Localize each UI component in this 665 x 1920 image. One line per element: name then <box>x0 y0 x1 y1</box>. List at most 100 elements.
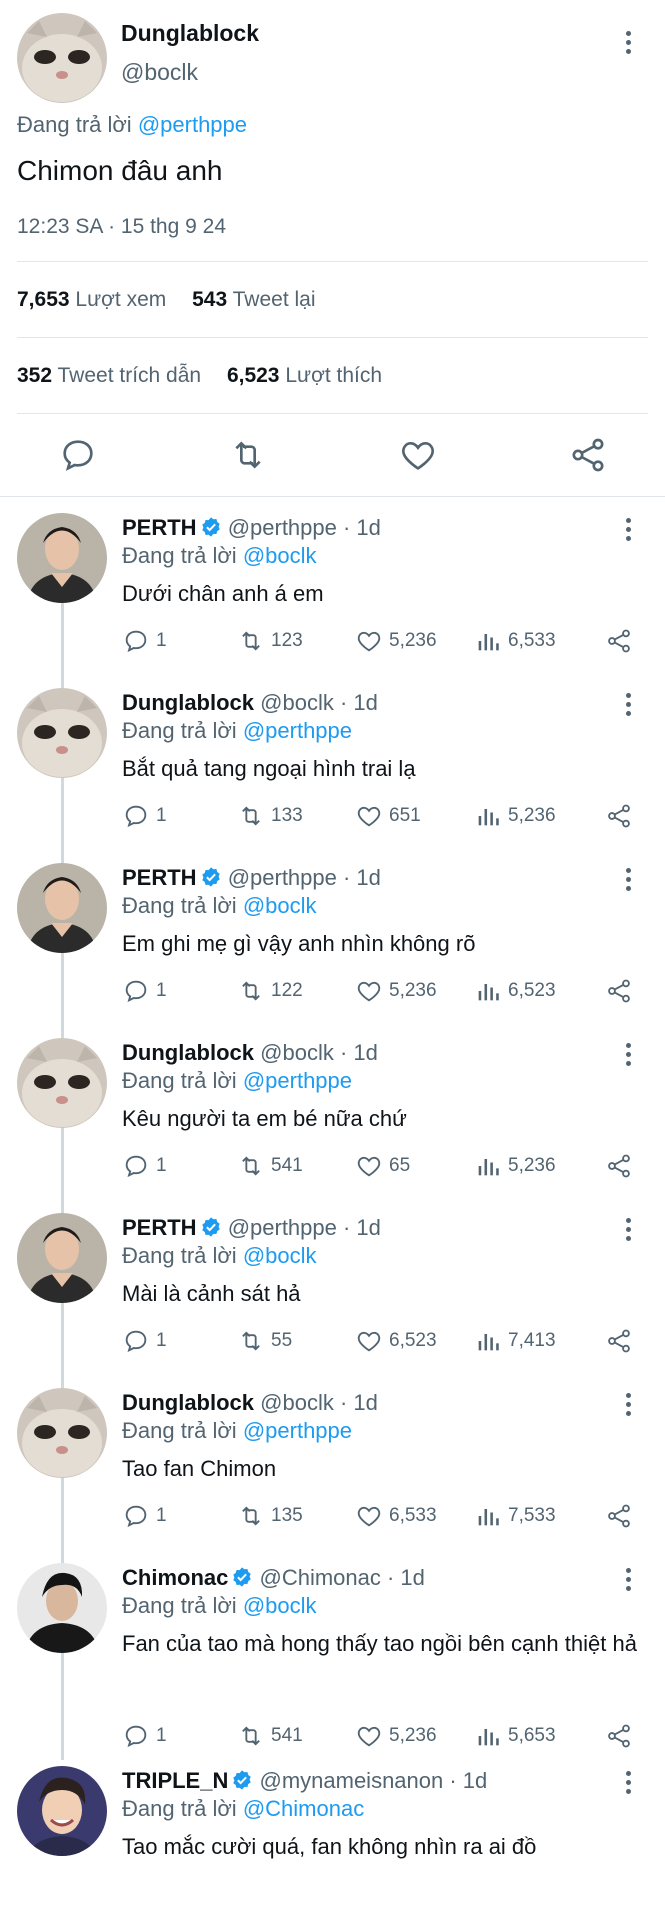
like-count-button[interactable]: 651 <box>355 802 421 830</box>
reply-count-button[interactable]: 1 <box>122 627 167 655</box>
replying-to-link[interactable]: @perthppe <box>243 718 352 743</box>
more-options-icon[interactable] <box>618 1038 638 1070</box>
more-options-icon[interactable] <box>618 1563 638 1595</box>
quotes-stat[interactable]: 352 Tweet trích dẫn <box>17 364 201 387</box>
replying-to-link[interactable]: @perthppe <box>243 1068 352 1093</box>
replying-to-link[interactable]: @perthppe <box>138 112 247 137</box>
reply-tweet[interactable]: Dunglablock @boclk · 1d Đang trả lời @pe… <box>0 680 665 855</box>
reply-author-name[interactable]: PERTH <box>122 515 197 540</box>
share-button[interactable] <box>605 1152 633 1180</box>
like-count-button[interactable]: 65 <box>355 1152 410 1180</box>
share-button[interactable] <box>605 627 633 655</box>
reply-header: Dunglablock @boclk · 1d <box>122 690 378 716</box>
reply-tweet[interactable]: Dunglablock @boclk · 1d Đang trả lời @pe… <box>0 1380 665 1555</box>
reply-author-name[interactable]: PERTH <box>122 1215 197 1240</box>
avatar[interactable] <box>17 1388 107 1478</box>
avatar[interactable] <box>17 13 107 103</box>
more-options-icon[interactable] <box>618 863 638 895</box>
reply-tweet[interactable]: PERTH @perthppe · 1d Đang trả lời @boclk… <box>0 1205 665 1380</box>
more-options-icon[interactable] <box>618 26 638 58</box>
views-count-button[interactable]: 7,413 <box>474 1327 556 1355</box>
reply-tweet[interactable]: PERTH @perthppe · 1d Đang trả lời @boclk… <box>0 505 665 680</box>
verified-badge-icon <box>201 517 220 537</box>
reply-author-name[interactable]: TRIPLE_N <box>122 1768 228 1793</box>
author-handle[interactable]: @boclk <box>121 59 198 86</box>
reply-author-handle[interactable]: @boclk · 1d <box>260 690 378 715</box>
reply-author-handle[interactable]: @Chimonac · 1d <box>259 1565 424 1590</box>
avatar[interactable] <box>17 863 107 953</box>
replying-to: Đang trả lời @perthppe <box>122 1418 352 1444</box>
replying-to-link[interactable]: @boclk <box>243 1593 317 1618</box>
reply-author-handle[interactable]: @boclk · 1d <box>260 1390 378 1415</box>
like-count-button[interactable]: 5,236 <box>355 627 437 655</box>
views-count-button[interactable]: 6,523 <box>474 977 556 1005</box>
reply-author-name[interactable]: Dunglablock <box>122 1390 254 1415</box>
retweet-count-button[interactable]: 135 <box>237 1502 303 1530</box>
retweets-stat[interactable]: 543 Tweet lại <box>192 288 315 311</box>
more-options-icon[interactable] <box>618 513 638 545</box>
share-button[interactable] <box>605 1502 633 1530</box>
share-button[interactable] <box>605 1327 633 1355</box>
tweet-timestamp[interactable]: 12:23 SA · 15 thg 9 24 <box>17 215 226 239</box>
reply-icon[interactable] <box>58 435 98 475</box>
views-count-button[interactable]: 7,533 <box>474 1502 556 1530</box>
retweet-count-button[interactable]: 123 <box>237 627 303 655</box>
views-count-button[interactable]: 6,533 <box>474 627 556 655</box>
views-stat[interactable]: 7,653 Lượt xem <box>17 288 166 311</box>
author-name[interactable]: Dunglablock <box>121 20 259 47</box>
reply-count-button[interactable]: 1 <box>122 1502 167 1530</box>
more-options-icon[interactable] <box>618 1213 638 1245</box>
like-count-button[interactable]: 6,533 <box>355 1502 437 1530</box>
like-count-button[interactable]: 6,523 <box>355 1327 437 1355</box>
avatar[interactable] <box>17 1563 107 1653</box>
replying-to-link[interactable]: @Chimonac <box>243 1796 364 1821</box>
more-options-icon[interactable] <box>618 1766 638 1798</box>
like-count-button[interactable]: 5,236 <box>355 1722 437 1750</box>
more-options-icon[interactable] <box>618 688 638 720</box>
share-button[interactable] <box>605 802 633 830</box>
retweet-count-button[interactable]: 55 <box>237 1327 292 1355</box>
reply-count-button[interactable]: 1 <box>122 1327 167 1355</box>
reply-author-handle[interactable]: @perthppe · 1d <box>228 1215 381 1240</box>
reply-count-button[interactable]: 1 <box>122 977 167 1005</box>
share-icon[interactable] <box>568 435 608 475</box>
avatar[interactable] <box>17 1213 107 1303</box>
likes-stat[interactable]: 6,523 Lượt thích <box>227 364 382 387</box>
reply-author-handle[interactable]: @mynameisnanon · 1d <box>259 1768 487 1793</box>
retweet-count-button[interactable]: 541 <box>237 1722 303 1750</box>
views-count-button[interactable]: 5,653 <box>474 1722 556 1750</box>
like-count-button[interactable]: 5,236 <box>355 977 437 1005</box>
reply-tweet[interactable]: Dunglablock @boclk · 1d Đang trả lời @pe… <box>0 1030 665 1205</box>
reply-author-name[interactable]: Dunglablock <box>122 690 254 715</box>
share-button[interactable] <box>605 977 633 1005</box>
reply-count-button[interactable]: 1 <box>122 1152 167 1180</box>
retweet-count-button[interactable]: 122 <box>237 977 303 1005</box>
reply-tweet[interactable]: Chimonac @Chimonac · 1d Đang trả lời @bo… <box>0 1555 665 1758</box>
replying-to-link[interactable]: @perthppe <box>243 1418 352 1443</box>
more-options-icon[interactable] <box>618 1388 638 1420</box>
reply-author-handle[interactable]: @perthppe · 1d <box>228 865 381 890</box>
replying-to-link[interactable]: @boclk <box>243 543 317 568</box>
avatar[interactable] <box>17 1038 107 1128</box>
reply-count-button[interactable]: 1 <box>122 802 167 830</box>
retweet-count-button[interactable]: 133 <box>237 802 303 830</box>
retweet-icon[interactable] <box>228 435 268 475</box>
share-button[interactable] <box>605 1722 633 1750</box>
avatar[interactable] <box>17 513 107 603</box>
reply-author-name[interactable]: PERTH <box>122 865 197 890</box>
reply-tweet[interactable]: PERTH @perthppe · 1d Đang trả lời @boclk… <box>0 855 665 1030</box>
avatar[interactable] <box>17 1766 107 1856</box>
retweet-count-button[interactable]: 541 <box>237 1152 303 1180</box>
views-count-button[interactable]: 5,236 <box>474 1152 556 1180</box>
replying-to-link[interactable]: @boclk <box>243 1243 317 1268</box>
reply-author-name[interactable]: Dunglablock <box>122 1040 254 1065</box>
reply-count-button[interactable]: 1 <box>122 1722 167 1750</box>
like-icon[interactable] <box>398 435 438 475</box>
avatar[interactable] <box>17 688 107 778</box>
reply-author-handle[interactable]: @perthppe · 1d <box>228 515 381 540</box>
reply-author-handle[interactable]: @boclk · 1d <box>260 1040 378 1065</box>
views-count-button[interactable]: 5,236 <box>474 802 556 830</box>
reply-tweet[interactable]: TRIPLE_N @mynameisnanon · 1d Đang trả lờ… <box>0 1758 665 1918</box>
replying-to-link[interactable]: @boclk <box>243 893 317 918</box>
reply-author-name[interactable]: Chimonac <box>122 1565 228 1590</box>
